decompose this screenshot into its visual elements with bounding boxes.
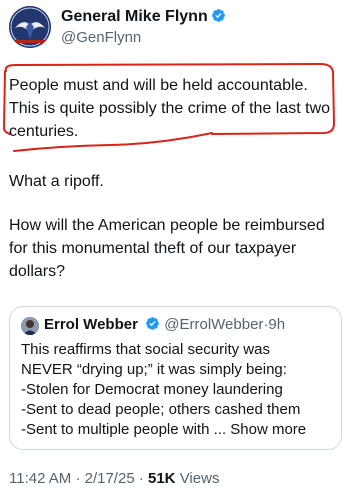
quoted-tweet-text: This reaffirms that social security was … bbox=[21, 340, 339, 440]
author-avatar[interactable] bbox=[9, 6, 51, 48]
tweet-meta: 11:42 AM · 2/17/25 · 51K Views bbox=[9, 470, 219, 487]
quoted-author-row: Errol Webber @ErrolWebber·9h bbox=[44, 316, 285, 333]
quoted-line-last: -Sent to multiple people with ... Show m… bbox=[21, 420, 339, 440]
tweet-paragraph-3: How will the American people be reimburs… bbox=[9, 217, 325, 280]
views-label: Views bbox=[179, 470, 220, 487]
quoted-tweet-card[interactable]: Errol Webber @ErrolWebber·9h This reaffi… bbox=[9, 306, 342, 450]
quoted-author-handle[interactable]: @ErrolWebber bbox=[164, 316, 263, 333]
quoted-time[interactable]: 9h bbox=[268, 316, 285, 333]
quoted-line: -Sent to multiple people with ... bbox=[21, 421, 227, 438]
tweet-paragraph-1: People must and will be held accountable… bbox=[9, 77, 331, 140]
tweet-paragraph-2: What a ripoff. bbox=[9, 173, 104, 190]
meta-separator: · bbox=[138, 470, 144, 487]
author-display-name[interactable]: General Mike Flynn bbox=[61, 8, 226, 26]
verified-badge-icon bbox=[211, 9, 225, 22]
quoted-author-name[interactable]: Errol Webber bbox=[44, 316, 138, 333]
verified-badge-icon bbox=[146, 317, 159, 330]
quoted-line: -Sent to dead people; others cashed them bbox=[21, 401, 301, 418]
meta-separator: · bbox=[75, 470, 81, 487]
author-handle[interactable]: @GenFlynn bbox=[61, 29, 141, 46]
quoted-author-avatar[interactable] bbox=[21, 317, 39, 335]
quoted-line: NEVER “drying up;” it was simply being: bbox=[21, 361, 287, 378]
quoted-line: -Stolen for Democrat money laundering bbox=[21, 381, 283, 398]
tweet-time[interactable]: 11:42 AM bbox=[9, 470, 71, 487]
tweet-header: General Mike Flynn @GenFlynn bbox=[0, 0, 351, 60]
tweet-date[interactable]: 2/17/25 bbox=[85, 470, 135, 487]
show-more-link[interactable]: Show more bbox=[230, 421, 306, 438]
quoted-line: This reaffirms that social security was bbox=[21, 341, 270, 358]
views-count: 51K bbox=[148, 470, 176, 487]
